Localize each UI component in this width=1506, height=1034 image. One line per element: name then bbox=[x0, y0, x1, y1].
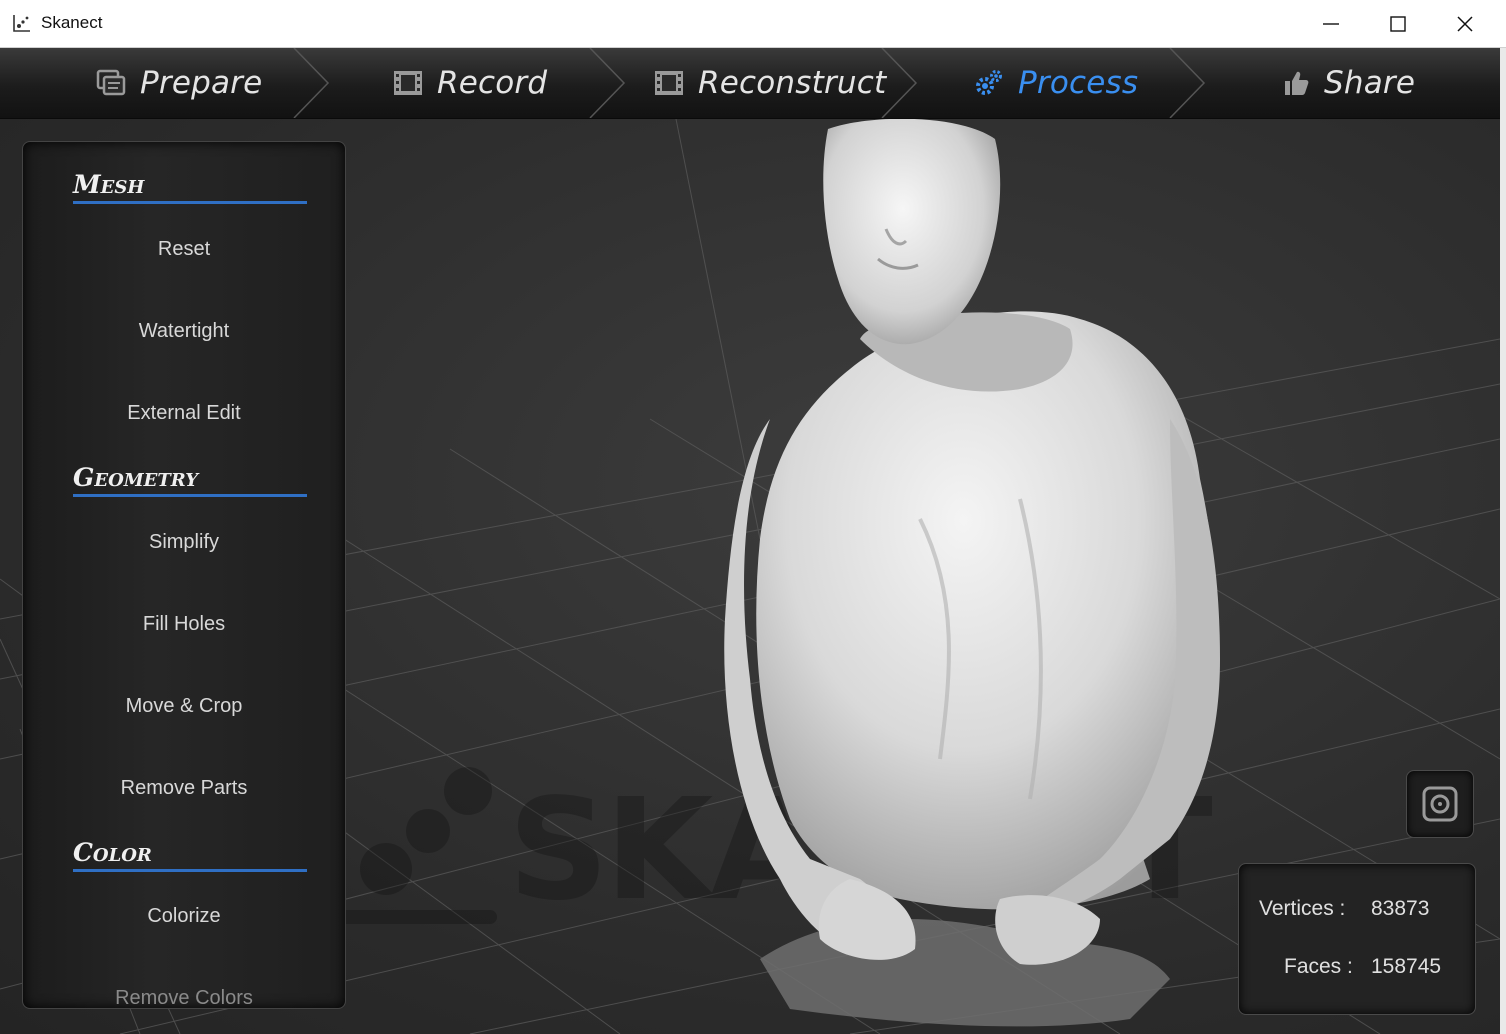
tab-process[interactable]: Process bbox=[974, 48, 1138, 118]
tab-reconstruct[interactable]: Reconstruct bbox=[654, 48, 886, 118]
section-heading-color: Color bbox=[73, 838, 307, 872]
external-edit-button[interactable]: External Edit bbox=[23, 402, 345, 425]
tab-prepare[interactable]: Prepare bbox=[96, 48, 262, 118]
camera-icon bbox=[1422, 786, 1458, 822]
minimize-icon bbox=[1323, 23, 1339, 25]
faces-label: Faces : bbox=[1284, 955, 1353, 978]
tab-share[interactable]: Share bbox=[1282, 48, 1415, 118]
remove-parts-button[interactable]: Remove Parts bbox=[23, 777, 345, 800]
move-crop-button[interactable]: Move & Crop bbox=[23, 695, 345, 718]
thumbs-up-icon bbox=[1282, 69, 1310, 97]
window-right-edge bbox=[1500, 48, 1506, 1034]
skanect-logo-mark bbox=[331, 759, 497, 924]
film-icon bbox=[393, 69, 423, 97]
tab-separator bbox=[1169, 48, 1206, 118]
minimize-button[interactable] bbox=[1298, 0, 1364, 47]
tab-record[interactable]: Record bbox=[393, 48, 547, 118]
vertices-value: 83873 bbox=[1371, 897, 1430, 920]
colorize-button[interactable]: Colorize bbox=[23, 905, 345, 928]
vertices-label: Vertices : bbox=[1259, 897, 1346, 920]
prepare-icon bbox=[96, 69, 126, 97]
process-panel: Mesh Reset Watertight External Edit Geom… bbox=[22, 141, 346, 1009]
mesh-stats-box: Vertices : 83873 Faces : 158745 bbox=[1238, 863, 1476, 1015]
remove-colors-button[interactable]: Remove Colors bbox=[23, 987, 345, 1008]
section-heading-mesh: Mesh bbox=[73, 170, 307, 204]
reset-camera-button[interactable] bbox=[1406, 770, 1474, 838]
watertight-button[interactable]: Watertight bbox=[23, 320, 345, 343]
simplify-button[interactable]: Simplify bbox=[23, 531, 345, 554]
fill-holes-button[interactable]: Fill Holes bbox=[23, 613, 345, 636]
tab-separator bbox=[589, 48, 626, 118]
maximize-icon bbox=[1390, 16, 1406, 32]
gears-icon bbox=[974, 69, 1004, 97]
reset-button[interactable]: Reset bbox=[23, 238, 345, 261]
film-icon bbox=[654, 69, 684, 97]
window-title: Skanect bbox=[41, 13, 103, 32]
close-icon bbox=[1457, 16, 1473, 32]
window-title-bar: Skanect bbox=[0, 0, 1506, 48]
skanect-app-icon bbox=[13, 15, 30, 32]
workflow-tab-bar: Prepare Record Reconstruct Process Share bbox=[0, 48, 1500, 119]
close-button[interactable] bbox=[1432, 0, 1498, 47]
maximize-button[interactable] bbox=[1365, 0, 1431, 47]
section-heading-geometry: Geometry bbox=[73, 463, 307, 497]
faces-value: 158745 bbox=[1371, 955, 1442, 978]
tab-separator bbox=[881, 48, 918, 118]
tab-separator bbox=[293, 48, 330, 118]
